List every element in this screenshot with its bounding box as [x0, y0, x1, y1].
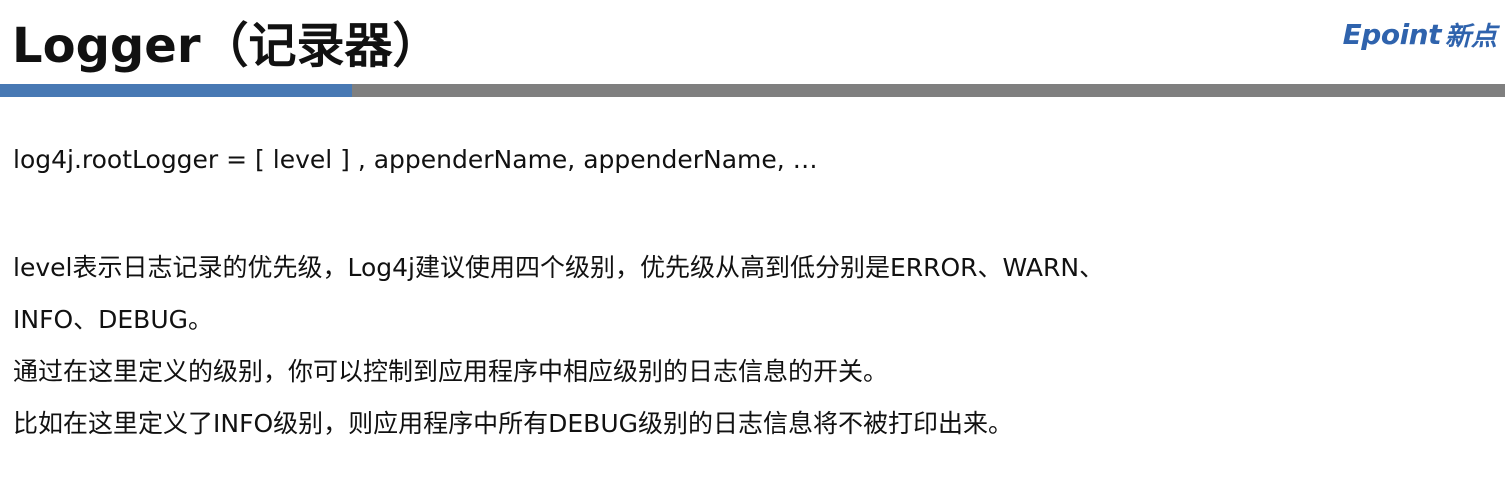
logo-text-cn: 新点: [1444, 21, 1497, 52]
slide-header: Logger（记录器） Epoint 新点: [0, 0, 1509, 100]
syntax-line: log4j.rootLogger = [ level ] , appenderN…: [13, 145, 818, 174]
paragraph-line: 比如在这里定义了INFO级别，则应用程序中所有DEBUG级别的日志信息将不被打印…: [13, 409, 1014, 438]
logo-text-en: Epoint: [1342, 17, 1442, 51]
epoint-logo: Epoint 新点: [1343, 14, 1497, 54]
paragraph-line: level表示日志记录的优先级，Log4j建议使用四个级别，优先级从高到低分别是…: [13, 253, 1105, 282]
slide-content: log4j.rootLogger = [ level ] , appenderN…: [13, 136, 1493, 450]
divider-rest: [352, 84, 1505, 97]
paragraph-line: 通过在这里定义的级别，你可以控制到应用程序中相应级别的日志信息的开关。: [13, 357, 889, 386]
paragraph-line: INFO、DEBUG。: [13, 305, 214, 334]
header-divider: [0, 84, 1505, 97]
divider-accent: [0, 84, 352, 97]
slide-title: Logger（记录器）: [12, 18, 441, 74]
